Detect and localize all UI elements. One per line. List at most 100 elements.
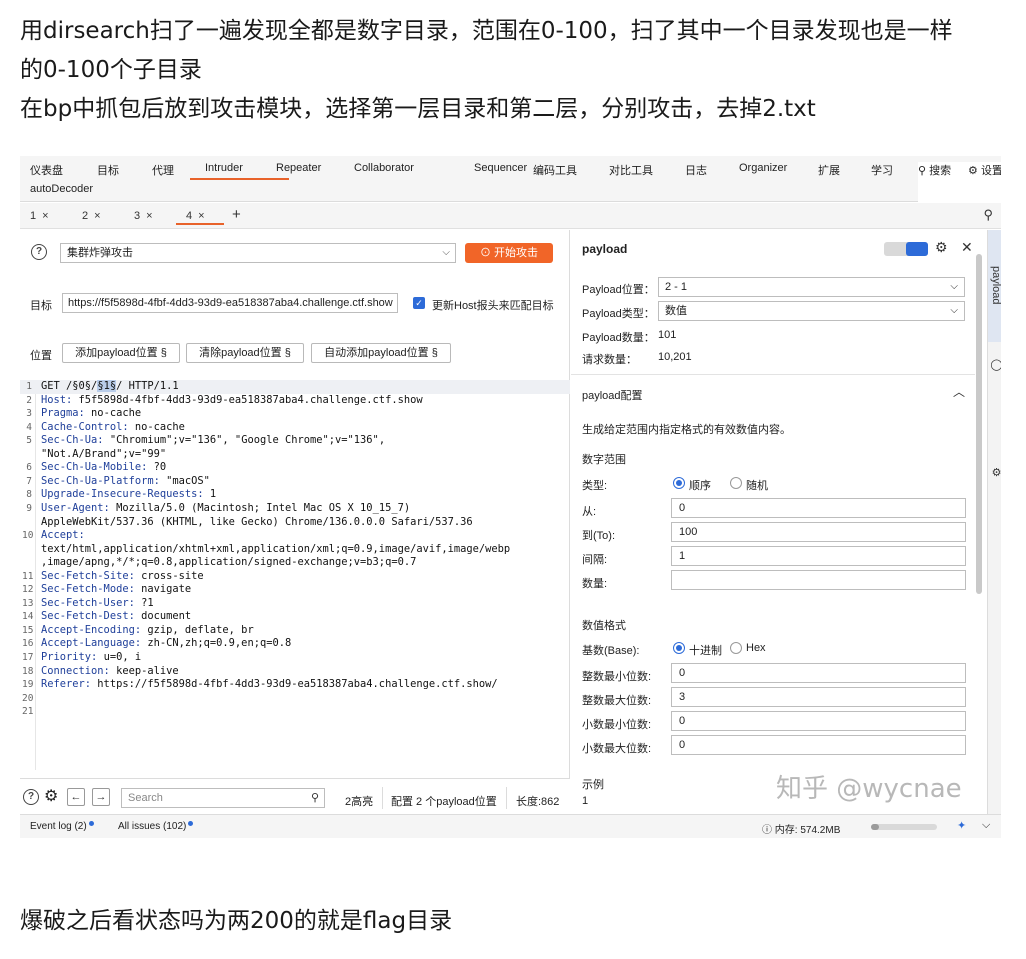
line-code: User-Agent: Mozilla/5.0 (Macintosh; Inte…	[41, 502, 410, 516]
line-code: Sec-Fetch-User: ?1	[41, 597, 154, 611]
gear-icon[interactable]: ⚙	[935, 239, 948, 256]
header-key: Sec-Fetch-Site:	[41, 569, 135, 582]
close-icon[interactable]: ×	[94, 210, 100, 222]
arrow-right-icon[interactable]: →	[92, 788, 110, 806]
request-line: 14 Sec-Fetch-Dest: document	[20, 610, 570, 624]
payload-title: payload	[582, 242, 628, 256]
tab-autodecoder[interactable]: autoDecoder	[30, 183, 93, 195]
tab-9[interactable]: 日志	[685, 162, 707, 178]
payload-scrollbar[interactable]	[976, 254, 982, 594]
positions-pane: ? 集群炸弹攻击 ⌵ ⊙ 开始攻击 目标 https://f5f5898d-4f…	[20, 230, 570, 814]
tab-8[interactable]: 对比工具	[609, 162, 653, 178]
line-code: Sec-Ch-Ua-Platform: "macOS"	[41, 475, 210, 489]
to-input[interactable]: 100	[671, 522, 966, 542]
line-code: Sec-Fetch-Site: cross-site	[41, 570, 204, 584]
tab-5[interactable]: Collaborator	[354, 162, 414, 174]
step-input[interactable]: 1	[671, 546, 966, 566]
chevron-down-icon: ⌵	[950, 305, 958, 316]
update-host-checkbox[interactable]: ✓	[413, 297, 425, 309]
attack-type-select[interactable]: 集群炸弹攻击 ⌵	[60, 243, 456, 263]
divider	[382, 787, 383, 809]
tab-2[interactable]: 代理	[152, 162, 174, 178]
all-issues-button[interactable]: All issues (102)	[118, 821, 194, 832]
line-number: 8	[26, 489, 32, 501]
tab-7[interactable]: 编码工具	[533, 162, 577, 178]
request-tab-1[interactable]: 1 ×	[20, 207, 68, 225]
chevron-up-icon[interactable]: ︿	[953, 383, 965, 400]
request-line: 10 Accept:	[20, 529, 570, 543]
min-int-input[interactable]: 0	[671, 663, 966, 683]
help-icon[interactable]: ?	[31, 244, 47, 260]
request-line: 7 Sec-Ch-Ua-Platform: "macOS"	[20, 475, 570, 489]
add-tab-icon[interactable]: +	[232, 206, 241, 223]
gear-icon[interactable]: ⚙	[990, 466, 1001, 479]
header-value: "Not.A/Brand";v="99"	[41, 447, 167, 460]
gear-icon[interactable]: ⚙	[44, 786, 58, 806]
clear-payload-position-button[interactable]: 清除payload位置 §	[186, 343, 304, 363]
add-payload-position-button[interactable]: 添加payload位置 §	[62, 343, 180, 363]
help-icon[interactable]: ?	[23, 789, 39, 805]
header-value: text/html,application/xhtml+xml,applicat…	[41, 542, 511, 555]
tab-1[interactable]: 目标	[97, 162, 119, 178]
sequential-radio[interactable]	[673, 477, 685, 489]
chevron-down-icon: ⌵	[950, 281, 958, 292]
random-radio[interactable]	[730, 477, 742, 489]
start-attack-button[interactable]: ⊙ 开始攻击	[465, 243, 553, 263]
header-key: Upgrade-Insecure-Requests:	[41, 488, 204, 501]
header-key: Referer:	[41, 678, 92, 691]
line-number: 13	[22, 597, 34, 609]
article-intro: 用dirsearch扫了一遍发现全都是数字目录，范围在0-100，扫了其中一个目…	[20, 12, 1010, 129]
from-input[interactable]: 0	[671, 498, 966, 518]
target-label: 目标	[30, 300, 52, 312]
tab-12[interactable]: 学习	[871, 162, 893, 178]
line-code: Sec-Ch-Ua: "Chromium";v="136", "Google C…	[41, 434, 385, 448]
request-count-value: 10,201	[658, 351, 692, 363]
to-label: 到(To):	[582, 530, 615, 542]
request-line: 9 User-Agent: Mozilla/5.0 (Macintosh; Int…	[20, 502, 570, 516]
target-url-input[interactable]: https://f5f5898d-4fbf-4dd3-93d9-ea518387…	[62, 293, 398, 313]
tab-0[interactable]: 仪表盘	[30, 162, 63, 178]
update-host-label: 更新Host报头来匹配目标	[432, 300, 554, 312]
request-editor[interactable]: 1 GET /§0§/§1§/ HTTP/1.1 2 Host: f5f5898d-4…	[20, 380, 570, 770]
request-tab-2[interactable]: 2 ×	[72, 207, 120, 225]
layout-toggle[interactable]	[884, 242, 928, 256]
request-tab-3[interactable]: 3 ×	[124, 207, 172, 225]
request-line: 6 Sec-Ch-Ua-Mobile: ?0	[20, 461, 570, 475]
max-int-input[interactable]: 3	[671, 687, 966, 707]
close-icon[interactable]: ✕	[961, 239, 973, 256]
tab-11[interactable]: 扩展	[818, 162, 840, 178]
tab-3[interactable]: Intruder	[205, 162, 243, 174]
decimal-radio[interactable]	[673, 642, 685, 654]
editor-search-input[interactable]: Search ⚲	[121, 788, 325, 808]
hex-radio[interactable]	[730, 642, 742, 654]
payload-position-select[interactable]: 2 - 1 ⌵	[658, 277, 965, 297]
header-key: Pragma:	[41, 407, 85, 420]
request-tab-4[interactable]: 4 ×	[176, 207, 224, 225]
chevron-down-icon[interactable]: ⌵	[982, 819, 990, 832]
payload-type-select[interactable]: 数值 ⌵	[658, 301, 965, 321]
arrow-left-icon[interactable]: ←	[67, 788, 85, 806]
tab-10[interactable]: Organizer	[739, 162, 787, 174]
tab-4[interactable]: Repeater	[276, 162, 321, 174]
sparkle-icon[interactable]: ✦	[957, 819, 966, 832]
header-key: Host:	[41, 393, 73, 406]
max-frac-input[interactable]: 0	[671, 735, 966, 755]
header-key: Accept-Language:	[41, 637, 142, 650]
quantity-input[interactable]	[671, 570, 966, 590]
line-number: 11	[22, 570, 34, 582]
min-frac-input[interactable]: 0	[671, 711, 966, 731]
close-icon[interactable]: ×	[198, 210, 204, 222]
request-length: 长度:862	[516, 796, 560, 808]
header-value: gzip, deflate, br	[141, 623, 254, 636]
search-icon[interactable]: ⚲	[983, 207, 993, 223]
line-code: Sec-Fetch-Dest: document	[41, 610, 191, 624]
auto-payload-position-button[interactable]: 自动添加payload位置 §	[311, 343, 451, 363]
close-icon[interactable]: ×	[146, 210, 152, 222]
side-tab-icon[interactable]: ◯	[990, 358, 1001, 371]
event-log-button[interactable]: Event log (2)	[30, 821, 94, 832]
tab-6[interactable]: Sequencer	[474, 162, 527, 174]
line-number: 12	[22, 584, 34, 596]
editor-footer: ? ⚙ ← → Search ⚲ 2高亮 配置 2 个payload位置 长度:…	[20, 778, 570, 814]
close-icon[interactable]: ×	[42, 210, 48, 222]
request-line: 8 Upgrade-Insecure-Requests: 1	[20, 488, 570, 502]
